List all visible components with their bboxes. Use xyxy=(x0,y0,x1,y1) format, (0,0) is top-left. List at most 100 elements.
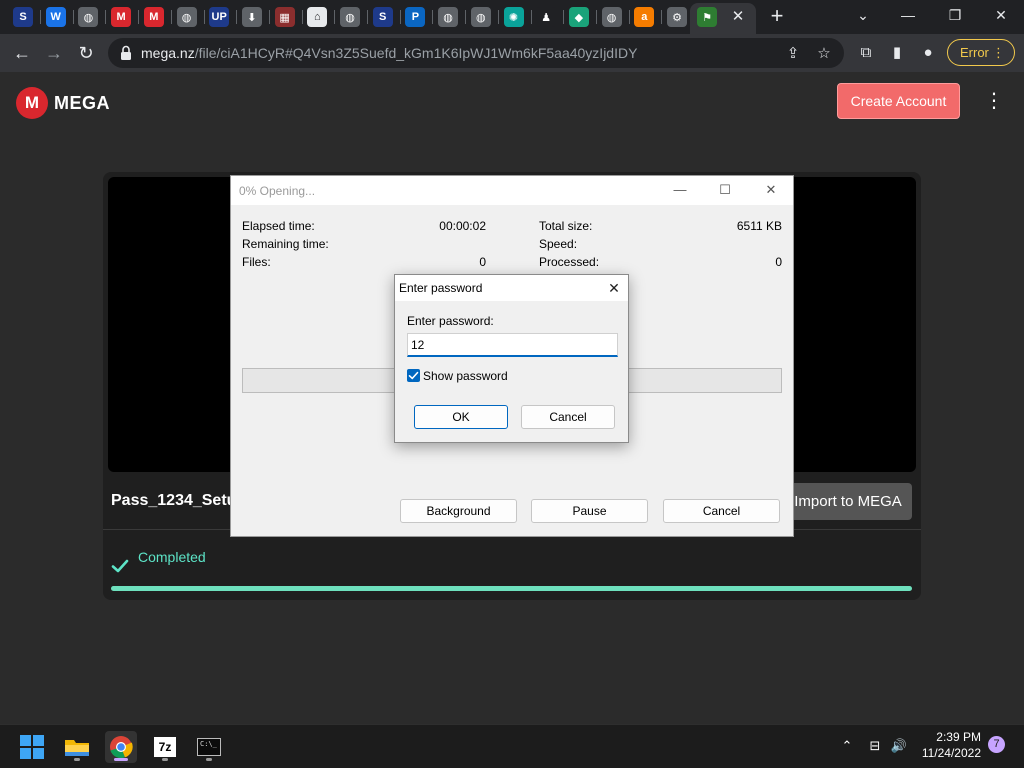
globe-icon[interactable]: ◍ xyxy=(176,7,197,27)
windows-logo-icon xyxy=(20,735,44,759)
tab-separator xyxy=(301,10,303,24)
download-progress-fill xyxy=(111,586,912,591)
ok-button[interactable]: OK xyxy=(414,405,508,429)
maximize-button[interactable]: ☐ xyxy=(710,179,740,201)
import-to-mega-button[interactable]: Import to MEGA xyxy=(784,483,912,520)
cancel-button[interactable]: Cancel xyxy=(521,405,615,429)
reload-button[interactable]: ↻ xyxy=(74,41,98,65)
restore-button[interactable]: ❐ xyxy=(942,4,968,26)
mega-logo-icon[interactable]: M xyxy=(16,87,48,119)
show-password-label[interactable]: Show password xyxy=(423,369,508,383)
close-window-button[interactable]: ✕ xyxy=(988,4,1014,26)
gear-icon[interactable]: ⚙ xyxy=(667,7,687,27)
mega-icon[interactable]: M xyxy=(143,7,164,27)
close-button[interactable]: ✕ xyxy=(603,278,625,298)
forward-button[interactable]: → xyxy=(42,41,66,65)
error-label: Error xyxy=(960,45,989,60)
running-indicator xyxy=(206,758,212,761)
processed-value: 0 xyxy=(775,255,782,269)
chrome-button[interactable] xyxy=(105,731,137,763)
p-icon[interactable]: P xyxy=(405,7,426,27)
files-value: 0 xyxy=(479,255,486,269)
tab-search-icon[interactable]: ⌄ xyxy=(850,4,876,26)
check-icon xyxy=(408,371,419,380)
profile-icon[interactable]: ● xyxy=(917,42,939,64)
globe-icon[interactable]: ◍ xyxy=(601,7,622,27)
avast-icon[interactable]: a xyxy=(634,7,655,27)
tab-separator xyxy=(563,10,565,24)
minimize-button[interactable]: — xyxy=(895,4,921,26)
clock-time[interactable]: 2:39 PM xyxy=(925,730,981,744)
remaining-time-label: Remaining time: xyxy=(242,237,329,251)
browser-toolbar: ← → ↻ mega.nz/file/ciA1HCyR#Q4Vsn3Z5Suef… xyxy=(0,34,1024,72)
show-password-checkbox[interactable] xyxy=(407,369,420,382)
extensions-icon[interactable]: ⧉ xyxy=(855,42,877,64)
terminal-button[interactable]: C:\_ xyxy=(193,731,225,763)
person-icon[interactable]: ♟ xyxy=(536,7,557,27)
scribd-s-icon[interactable]: S xyxy=(372,7,393,27)
globe-icon[interactable]: ◍ xyxy=(470,7,491,27)
browser-tab-strip: S W ◍ M M ◍ UP ⬇ ▦ ⌂ ◍ S P ◍ ◍ ✺ ♟ ◆ ◍ a ⚙ ⚑ ✕ + ⌄ — ❐ ✕ xyxy=(0,0,1024,34)
word-w-icon[interactable]: W xyxy=(45,7,66,27)
background-button[interactable]: Background xyxy=(400,499,517,523)
terminal-icon: C:\_ xyxy=(197,738,221,756)
new-tab-button[interactable]: + xyxy=(766,5,788,27)
tab-separator xyxy=(399,10,401,24)
update-error-button[interactable]: Error ⋮ xyxy=(947,39,1015,66)
tab-separator xyxy=(595,10,597,24)
start-button[interactable] xyxy=(16,731,48,763)
clock-date[interactable]: 11/24/2022 xyxy=(915,746,981,760)
side-panel-icon[interactable]: ▮ xyxy=(886,42,908,64)
show-hidden-icons-chevron-icon[interactable]: ⌃ xyxy=(838,737,856,755)
pause-button[interactable]: Pause xyxy=(531,499,648,523)
tab-separator xyxy=(497,10,499,24)
tab-separator xyxy=(628,10,630,24)
check-icon xyxy=(111,559,129,573)
tab-separator xyxy=(432,10,434,24)
download-progress-bar xyxy=(111,586,912,591)
cancel-button[interactable]: Cancel xyxy=(663,499,780,523)
network-icon[interactable]: ⊟ xyxy=(866,737,884,755)
dialog-titlebar: Enter password ✕ xyxy=(395,275,628,301)
mega-wordmark[interactable]: MEGA xyxy=(54,93,110,114)
processed-label: Processed: xyxy=(539,255,600,269)
password-label: Enter password: xyxy=(407,314,494,328)
lock-icon[interactable] xyxy=(120,45,132,61)
globe-icon[interactable]: ◍ xyxy=(438,7,459,27)
password-dialog: Enter password ✕ Enter password: Show pa… xyxy=(394,274,629,443)
dialog-title: Enter password xyxy=(399,281,483,295)
url-text[interactable]: mega.nz/file/ciA1HCyR#Q4Vsn3Z5Suefd_kGm1… xyxy=(141,45,637,61)
windows-taskbar: 7z C:\_ ⌃ ⊟ 🔊 2:39 PM 11/24/2022 7 xyxy=(0,724,1024,768)
mega-icon[interactable]: M xyxy=(111,7,132,27)
cube-icon[interactable]: ◆ xyxy=(568,7,589,27)
tab-separator xyxy=(465,10,467,24)
flag-icon: ⚑ xyxy=(697,7,717,27)
tab-separator xyxy=(334,10,336,24)
elapsed-time-value: 00:00:02 xyxy=(439,219,486,233)
film-icon[interactable]: ▦ xyxy=(274,7,295,27)
download-icon[interactable]: ⬇ xyxy=(241,7,262,27)
dialog-title: 0% Opening... xyxy=(239,184,316,198)
file-explorer-button[interactable] xyxy=(61,731,93,763)
gear-badge-icon[interactable]: ✺ xyxy=(503,7,524,27)
bookmark-star-icon[interactable]: ☆ xyxy=(814,44,834,64)
up-icon[interactable]: UP xyxy=(209,7,230,27)
notification-badge[interactable]: 7 xyxy=(988,736,1005,753)
close-button[interactable]: ✕ xyxy=(756,179,786,201)
house-icon[interactable]: ⌂ xyxy=(307,7,328,27)
address-bar[interactable]: mega.nz/file/ciA1HCyR#Q4Vsn3Z5Suefd_kGm1… xyxy=(108,38,844,68)
menu-dots-icon: ⋮ xyxy=(992,45,1005,60)
create-account-button[interactable]: Create Account xyxy=(837,83,960,119)
password-input[interactable] xyxy=(407,333,618,357)
scribd-s-icon[interactable]: S xyxy=(13,7,33,27)
share-icon[interactable]: ⇪ xyxy=(783,44,803,64)
elapsed-time-label: Elapsed time: xyxy=(242,219,315,233)
volume-icon[interactable]: 🔊 xyxy=(890,737,908,755)
7zip-button[interactable]: 7z xyxy=(149,731,181,763)
more-options-icon[interactable]: ⋮ xyxy=(984,89,1004,115)
minimize-button[interactable]: — xyxy=(665,179,695,201)
tab-close-icon[interactable]: ✕ xyxy=(729,8,747,26)
globe-icon[interactable]: ◍ xyxy=(78,7,99,27)
globe-icon[interactable]: ◍ xyxy=(340,7,360,27)
back-button[interactable]: ← xyxy=(10,41,34,65)
